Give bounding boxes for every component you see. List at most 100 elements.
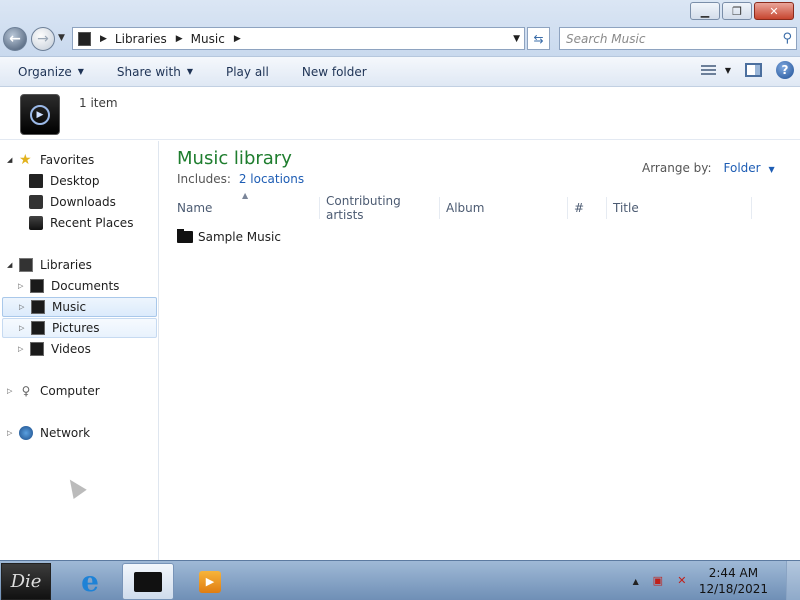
change-view-button[interactable]: [700, 63, 719, 77]
breadcrumb-separator-icon[interactable]: ▶: [176, 34, 183, 44]
minimize-button[interactable]: ▁: [690, 2, 720, 20]
system-tray: ▲ ▣ ✕ 2:44 AM 12/18/2021: [633, 561, 800, 600]
sidebar-item-label: Videos: [51, 342, 91, 356]
breadcrumb-separator-icon[interactable]: ▶: [234, 34, 241, 44]
volume-muted-icon[interactable]: ✕: [675, 574, 689, 588]
locations-link[interactable]: 2 locations: [239, 172, 304, 186]
star-icon: ★: [19, 152, 32, 168]
sidebar-item-favorites[interactable]: ◢ ★ Favorites: [2, 150, 157, 170]
includes-label: Includes:: [177, 172, 231, 186]
sidebar-item-downloads[interactable]: Downloads: [2, 192, 157, 212]
chevron-down-icon: ▼: [186, 67, 193, 76]
recent-pages-dropdown[interactable]: ▼: [58, 33, 65, 43]
expanded-icon[interactable]: ◢: [7, 261, 15, 269]
list-item[interactable]: Sample Music: [177, 229, 281, 244]
sidebar-item-music[interactable]: ▷ Music: [2, 297, 157, 317]
media-player-icon: ▶: [199, 570, 221, 593]
collapsed-icon[interactable]: ▷: [19, 303, 27, 311]
breadcrumb-music[interactable]: Music: [191, 32, 225, 46]
column-header-name[interactable]: Name: [160, 197, 320, 219]
navigation-pane: ◢ ★ Favorites Desktop Downloads Recent P…: [0, 141, 159, 560]
play-icon: ▶: [30, 104, 50, 125]
sidebar-item-computer[interactable]: ▷ ♀ Computer: [2, 381, 157, 401]
column-header-contributing-artists[interactable]: Contributing artists: [320, 194, 440, 222]
desktop-icon: [29, 174, 43, 188]
search-box[interactable]: ⚲: [559, 27, 797, 50]
music-library-icon: [31, 300, 45, 314]
sidebar-item-label: Downloads: [50, 195, 116, 209]
organize-label: Organize: [18, 64, 72, 79]
sidebar-item-documents[interactable]: ▷ Documents: [2, 276, 157, 296]
page-title: Music library: [177, 148, 292, 169]
documents-library-icon: [30, 279, 44, 293]
videos-library-icon: [30, 342, 44, 356]
new-folder-button[interactable]: New folder: [284, 65, 382, 79]
sidebar-item-recent-places[interactable]: Recent Places: [2, 213, 157, 233]
sidebar-item-label: Computer: [40, 384, 100, 398]
start-label: Die: [10, 571, 42, 592]
address-dropdown-icon[interactable]: ▼: [513, 34, 520, 44]
arrange-by-value: Folder: [723, 161, 761, 175]
collapsed-icon[interactable]: ▷: [19, 324, 27, 332]
show-hidden-icons-icon[interactable]: ▲: [633, 577, 639, 586]
network-icon: [19, 426, 33, 440]
recent-places-icon: [29, 216, 43, 230]
maximize-button[interactable]: ❐: [722, 2, 752, 20]
refresh-icon: ⇆: [533, 31, 544, 46]
folder-icon: [134, 571, 162, 592]
library-includes: Includes: 2 locations: [177, 172, 304, 186]
column-header-album[interactable]: Album: [440, 197, 568, 219]
search-input[interactable]: [560, 31, 760, 46]
chevron-down-icon[interactable]: ▼: [725, 66, 731, 75]
share-with-label: Share with: [116, 64, 181, 79]
sidebar-item-label: Pictures: [52, 321, 100, 335]
sidebar-item-pictures[interactable]: ▷ Pictures: [2, 318, 157, 338]
details-view-icon: [700, 64, 716, 76]
library-icon: [78, 31, 91, 46]
internet-explorer-icon: e: [81, 565, 99, 598]
clock-time: 2:44 AM: [708, 566, 759, 580]
clock[interactable]: 2:44 AM 12/18/2021: [699, 565, 768, 597]
breadcrumb-libraries[interactable]: Libraries: [115, 32, 167, 46]
forward-button[interactable]: →: [31, 27, 55, 51]
sidebar-item-videos[interactable]: ▷ Videos: [2, 339, 157, 359]
sidebar-item-libraries[interactable]: ◢ Libraries: [2, 255, 157, 275]
help-icon: ?: [781, 63, 789, 77]
expanded-icon[interactable]: ◢: [7, 156, 15, 164]
collapsed-icon[interactable]: ▷: [18, 282, 26, 290]
preview-pane-button[interactable]: [745, 63, 762, 77]
start-button[interactable]: Die: [1, 563, 51, 600]
address-bar[interactable]: ▶ Libraries ▶ Music ▶ ▼: [72, 27, 525, 50]
back-arrow-icon: ←: [9, 31, 21, 47]
close-button[interactable]: ✕: [754, 2, 794, 20]
taskbar-media-player[interactable]: ▶: [184, 563, 236, 600]
column-header-title[interactable]: Title: [607, 197, 752, 219]
collapsed-icon[interactable]: ▷: [7, 429, 15, 437]
command-bar: Organize ▼ Share with ▼ Play all New fol…: [0, 57, 800, 87]
minimize-icon: ▁: [700, 4, 710, 18]
search-icon[interactable]: ⚲: [782, 31, 792, 46]
downloads-icon: [29, 195, 43, 209]
collapsed-icon[interactable]: ▷: [7, 387, 15, 395]
collapsed-icon[interactable]: ▷: [18, 345, 26, 353]
back-button[interactable]: ←: [3, 27, 27, 51]
share-with-button[interactable]: Share with ▼: [99, 65, 208, 79]
taskbar-internet-explorer[interactable]: e: [64, 563, 116, 600]
sidebar-item-network[interactable]: ▷ Network: [2, 423, 157, 443]
refresh-button[interactable]: ⇆: [527, 27, 550, 50]
show-desktop-button[interactable]: [786, 561, 800, 600]
breadcrumb-separator-icon[interactable]: ▶: [100, 34, 107, 44]
organize-button[interactable]: Organize ▼: [0, 65, 99, 79]
folder-icon: [177, 229, 193, 243]
play-all-button[interactable]: Play all: [208, 65, 284, 79]
help-button[interactable]: ?: [776, 61, 794, 79]
column-header-number[interactable]: #: [568, 197, 607, 219]
network-status-icon[interactable]: ▣: [651, 574, 665, 588]
taskbar: Die e ▶ ▲ ▣ ✕ 2:44 AM 12/18/2021: [0, 560, 800, 600]
music-library-icon: ▶: [20, 94, 60, 135]
arrange-by-dropdown[interactable]: Folder ▼: [724, 161, 775, 175]
sidebar-item-desktop[interactable]: Desktop: [2, 171, 157, 191]
clock-date: 12/18/2021: [698, 582, 768, 596]
window-chrome: ▁ ❐ ✕ ← → ▼ ▶ Libraries ▶ Music ▶ ▼ ⇆ ⚲: [0, 0, 800, 57]
taskbar-windows-explorer[interactable]: [122, 563, 174, 600]
